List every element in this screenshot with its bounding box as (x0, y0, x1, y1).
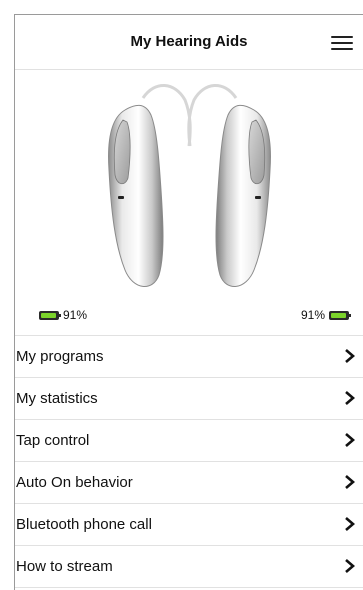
hearing-aids-image (15, 70, 363, 310)
menu-item-label: How to stream (16, 558, 113, 575)
menu-item-label: Tap control (16, 432, 90, 449)
menu-item-label: Bluetooth phone call (16, 516, 152, 533)
battery-icon (39, 310, 61, 320)
left-hearing-aid (108, 84, 192, 287)
menu-item-label: Auto On behavior (16, 474, 133, 491)
menu-item-label: My statistics (16, 390, 98, 407)
settings-menu-list: My programs My statistics Tap control Au… (15, 335, 363, 588)
menu-item-tap-control[interactable]: Tap control (15, 420, 363, 462)
app-screen: My Hearing Aids 91% 91% My programs My s… (14, 14, 363, 590)
chevron-right-icon (345, 559, 355, 573)
right-battery: 91% (300, 308, 351, 322)
page-title: My Hearing Aids (130, 33, 248, 50)
left-battery-percent: 91% (63, 308, 88, 322)
menu-item-my-statistics[interactable]: My statistics (15, 378, 363, 420)
right-hearing-aid (187, 84, 271, 287)
menu-item-how-to-stream[interactable]: How to stream (15, 546, 363, 588)
right-battery-percent: 91% (300, 308, 325, 322)
left-battery: 91% (39, 308, 87, 322)
battery-icon (329, 310, 351, 320)
chevron-right-icon (345, 475, 355, 489)
menu-item-label: My programs (16, 348, 104, 365)
chevron-right-icon (345, 517, 355, 531)
header-bar: My Hearing Aids (15, 15, 363, 70)
menu-item-bluetooth-phone-call[interactable]: Bluetooth phone call (15, 504, 363, 546)
menu-item-auto-on-behavior[interactable]: Auto On behavior (15, 462, 363, 504)
chevron-right-icon (345, 349, 355, 363)
battery-status: 91% 91% (15, 303, 363, 327)
chevron-right-icon (345, 433, 355, 447)
hamburger-menu-icon[interactable] (331, 35, 353, 51)
chevron-right-icon (345, 391, 355, 405)
menu-item-my-programs[interactable]: My programs (15, 336, 363, 378)
